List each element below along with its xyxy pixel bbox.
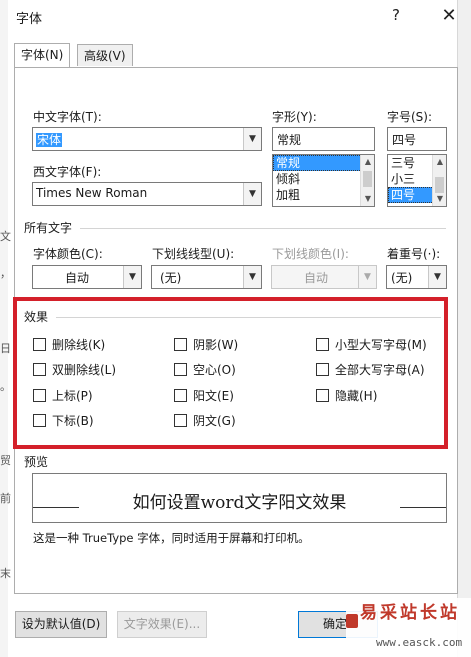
background-document-edge: 文 ， 日 。 贸 前 末 — [0, 0, 11, 657]
text-effects-button[interactable]: 文字效果(E)... — [117, 611, 207, 638]
underline-color-value: 自动 — [304, 271, 329, 285]
underline-style-combo[interactable]: (无) ▼ — [151, 265, 262, 289]
font-style-input[interactable]: 常规 — [272, 127, 375, 151]
background-fragment: 前 — [0, 492, 11, 505]
chevron-down-icon[interactable]: ▼ — [243, 266, 261, 288]
font-size-input[interactable]: 四号 — [387, 127, 447, 151]
scroll-thumb[interactable] — [363, 171, 372, 187]
tab-advanced[interactable]: 高级(V) — [77, 44, 133, 66]
western-font-label: 西文字体(F): — [33, 165, 102, 179]
font-size-label: 字号(S): — [387, 110, 433, 124]
chevron-down-icon: ▼ — [358, 266, 376, 288]
emphasis-mark-combo[interactable]: (无) ▼ — [386, 265, 447, 289]
preview-note: 这是一种 TrueType 字体，同时适用于屏幕和打印机。 — [33, 531, 310, 545]
set-default-button[interactable]: 设为默认值(D) — [15, 611, 107, 638]
font-color-label: 字体颜色(C): — [33, 247, 103, 261]
close-button[interactable]: ✕ — [434, 2, 464, 30]
underline-color-combo: 自动 ▼ — [271, 265, 377, 289]
site-watermark: 易采站长站 www.easck.com — [346, 598, 471, 657]
font-color-combo[interactable]: 自动 ▼ — [32, 265, 142, 289]
scroll-up-icon[interactable]: ▲ — [433, 155, 446, 169]
scrollbar[interactable]: ▲ ▼ — [360, 155, 374, 206]
list-item[interactable]: 加粗 — [273, 187, 374, 203]
watermark-logo-text: 易采站长站 — [360, 603, 460, 623]
scroll-down-icon[interactable]: ▼ — [433, 192, 446, 206]
underline-color-label: 下划线颜色(I): — [272, 247, 349, 261]
dialog-titlebar: 字体 ? ✕ — [8, 0, 457, 34]
scroll-down-icon[interactable]: ▼ — [361, 192, 374, 206]
list-item[interactable]: 倾斜 — [273, 171, 374, 187]
chevron-down-icon[interactable]: ▼ — [428, 266, 446, 288]
section-divider — [80, 228, 446, 229]
font-color-value: 自动 — [65, 271, 90, 285]
scrollbar[interactable]: ▲ ▼ — [432, 155, 446, 206]
background-fragment: ， — [0, 267, 11, 280]
list-item[interactable]: 常规 — [273, 155, 374, 171]
underline-style-value: (无) — [160, 271, 182, 285]
underline-style-label: 下划线线型(U): — [152, 247, 235, 261]
font-style-list[interactable]: 常规 倾斜 加粗 ▲ ▼ — [272, 154, 375, 207]
preview-box: 如何设置word文字阳文效果 — [32, 473, 447, 523]
background-fragment: 末 — [0, 567, 11, 580]
background-fragment: 贸 — [0, 454, 11, 467]
emphasis-mark-value: (无) — [391, 271, 413, 285]
background-fragment: 。 — [0, 380, 11, 393]
preview-section-label: 预览 — [24, 455, 49, 469]
font-style-label: 字形(Y): — [272, 110, 317, 124]
emphasis-mark-label: 着重号(·): — [387, 247, 441, 261]
background-fragment: 日 — [0, 342, 11, 355]
dialog-title: 字体 — [16, 12, 43, 27]
chevron-down-icon[interactable]: ▼ — [243, 183, 261, 205]
chinese-font-value: 宋体 — [36, 133, 63, 147]
chinese-font-combo[interactable]: 宋体 ▼ — [32, 127, 262, 151]
preview-sample-text: 如何设置word文字阳文效果 — [132, 493, 347, 513]
watermark-url: www.easck.com — [376, 636, 463, 649]
help-button[interactable]: ? — [392, 6, 400, 24]
preview-baseline — [400, 507, 446, 508]
western-font-combo[interactable]: Times New Roman ▼ — [32, 182, 262, 206]
background-scrollbar — [457, 0, 471, 657]
all-text-section-label: 所有文字 — [24, 221, 73, 235]
chevron-down-icon[interactable]: ▼ — [123, 266, 141, 288]
watermark-logo-icon — [346, 614, 358, 628]
background-fragment: 文 — [0, 230, 11, 243]
chinese-font-label: 中文字体(T): — [33, 110, 102, 124]
tab-font[interactable]: 字体(N) — [14, 43, 71, 67]
font-size-list[interactable]: 三号 小三 四号 ▲ ▼ — [387, 154, 447, 207]
scroll-up-icon[interactable]: ▲ — [361, 155, 374, 169]
scroll-thumb[interactable] — [435, 177, 444, 193]
western-font-value: Times New Roman — [36, 186, 148, 200]
chevron-down-icon[interactable]: ▼ — [243, 128, 261, 150]
annotation-highlight-frame — [13, 297, 448, 449]
